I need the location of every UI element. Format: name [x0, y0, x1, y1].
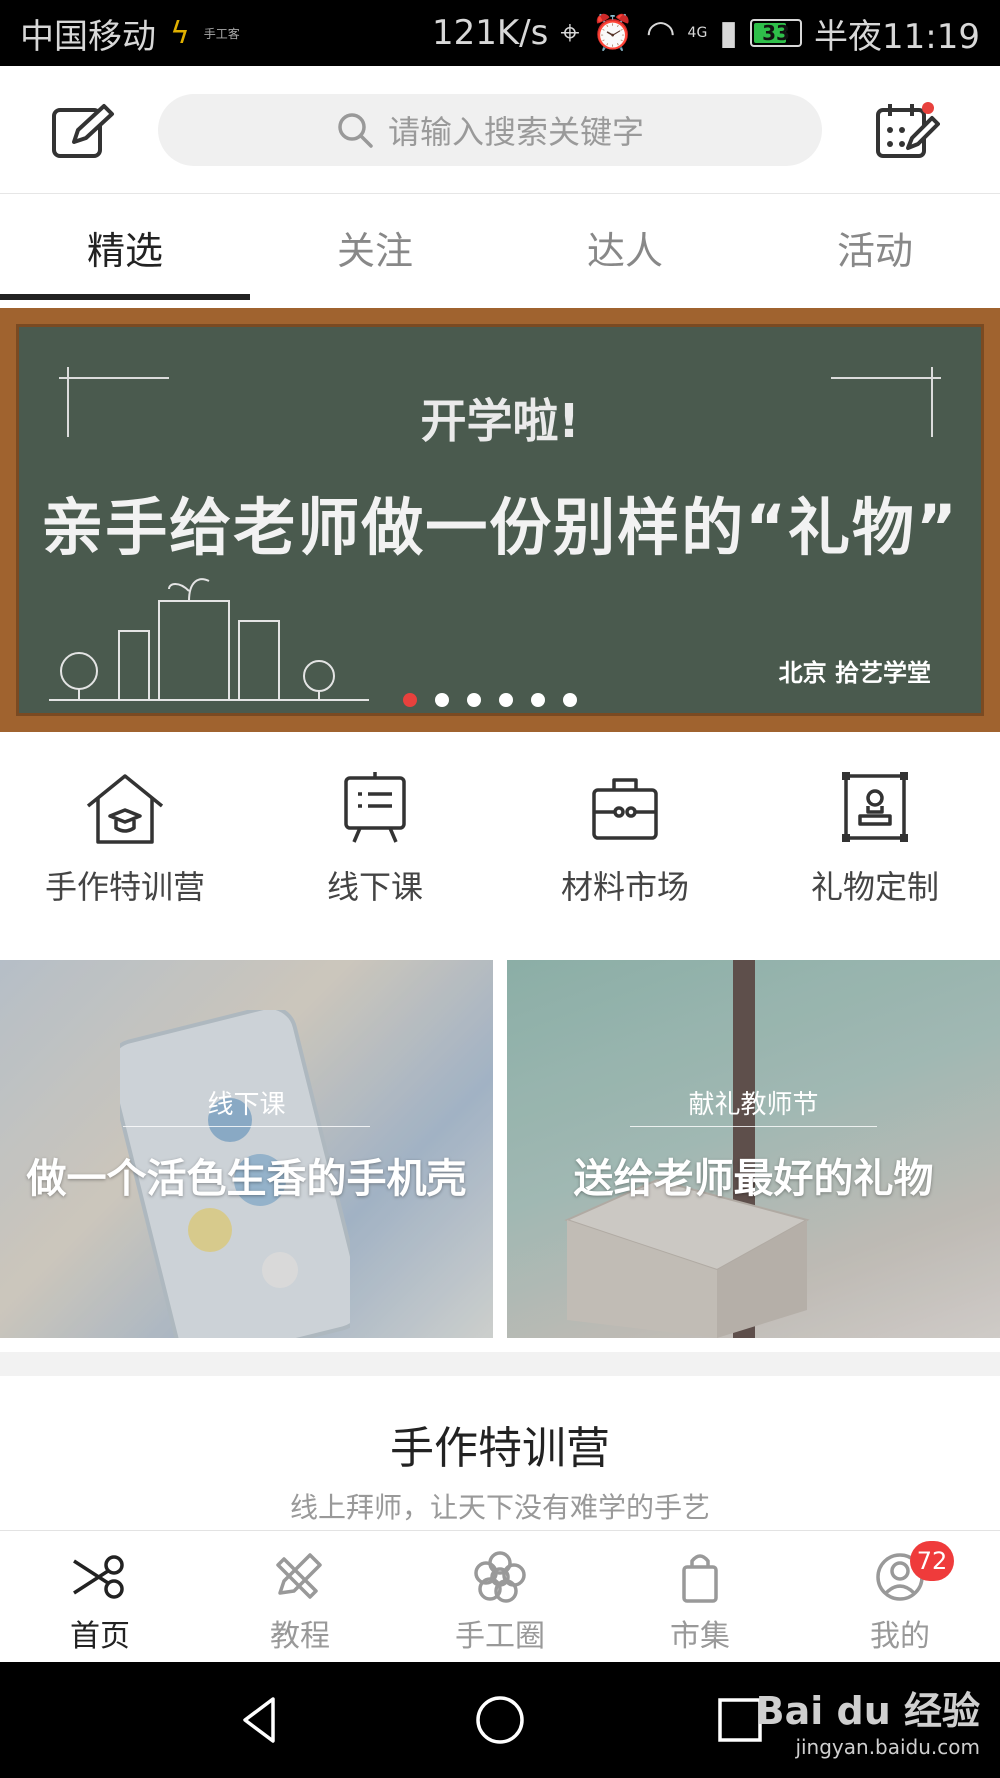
wifi-icon: ◠: [645, 13, 676, 53]
nav-label: 市集: [670, 1619, 730, 1654]
tab-featured[interactable]: 精选: [0, 194, 250, 300]
watermark: Bai du 经验 jingyan.baidu.com: [756, 1680, 980, 1759]
nav-community[interactable]: 手工圈: [400, 1531, 600, 1662]
watermark-brand: Bai du 经验: [755, 1689, 980, 1733]
carousel-dot[interactable]: [467, 693, 481, 707]
location-icon: ⌖: [560, 13, 580, 53]
category-offline-class[interactable]: 线下课: [250, 770, 500, 920]
banner-small-text: 开学啦!: [420, 394, 580, 448]
category-handcraft-camp[interactable]: 手作特训营: [0, 770, 250, 920]
carousel-dot[interactable]: [435, 693, 449, 707]
search-icon: [338, 113, 373, 148]
search-bar[interactable]: 请输入搜索关键字: [158, 94, 822, 166]
chalkboard-image: 开学啦! 亲手给老师做一份别样的“礼物” 北京 拾艺学堂: [16, 324, 984, 716]
notification-badge: 72: [910, 1541, 954, 1581]
category-label: 礼物定制: [810, 868, 939, 906]
section-divider: [0, 1352, 1000, 1376]
city-doodle-icon: [49, 578, 369, 701]
tab-following[interactable]: 关注: [250, 194, 500, 300]
time-label: 半夜11:19: [814, 16, 980, 57]
nav-tutorials[interactable]: 教程: [200, 1531, 400, 1662]
banner-sign: 北京 拾艺学堂: [778, 659, 931, 687]
flower-icon: [474, 1551, 526, 1603]
feature-card-teacher-gift[interactable]: 献礼教师节 送给老师最好的礼物: [507, 960, 1000, 1338]
bottom-nav: 首页 教程 手工圈 市集 72 我的: [0, 1530, 1000, 1662]
nav-profile[interactable]: 72 我的: [800, 1531, 1000, 1662]
home-circle-icon[interactable]: [473, 1693, 527, 1747]
battery-icon: 33: [750, 19, 803, 47]
card-title: 做一个活色生香的手机壳: [26, 1156, 467, 1202]
app-notification-label: 手工客: [203, 26, 240, 41]
carousel-dot[interactable]: [563, 693, 577, 707]
search-placeholder: 请输入搜索关键字: [387, 113, 644, 151]
back-icon[interactable]: [233, 1693, 287, 1747]
feature-cards: 线下课 做一个活色生香的手机壳 献礼教师节 送给老师最好的礼物: [0, 960, 1000, 1338]
tab-experts[interactable]: 达人: [500, 194, 750, 300]
alarm-icon: ⏰: [591, 13, 634, 53]
network-speed: 121K/s: [431, 13, 549, 53]
watermark-url: jingyan.baidu.com: [795, 1735, 980, 1759]
nav-home[interactable]: 首页: [0, 1531, 200, 1662]
feature-card-phone-case[interactable]: 线下课 做一个活色生香的手机壳: [0, 960, 493, 1338]
card-title: 送给老师最好的礼物: [573, 1156, 934, 1202]
tab-bar: 精选 关注 达人 活动: [0, 194, 1000, 300]
nav-label: 我的: [870, 1619, 930, 1654]
card-tag: 献礼教师节: [688, 1090, 819, 1120]
carrier-label: 中国移动: [20, 16, 156, 57]
top-header: 请输入搜索关键字: [0, 66, 1000, 194]
nav-label: 教程: [270, 1619, 330, 1654]
status-bar: 中国移动 ϟ 手工客 121K/s ⌖ ⏰ ◠ 4G ▮ 33 半夜11:19: [0, 0, 1000, 66]
toolbox-icon: [592, 778, 658, 840]
nav-market[interactable]: 市集: [600, 1531, 800, 1662]
category-label: 手作特训营: [44, 868, 205, 906]
scissors-icon: [73, 1555, 124, 1599]
shopping-bag-icon: [682, 1554, 718, 1603]
category-grid: 手作特训营 线下课 材料市场 礼物定制: [0, 770, 1000, 920]
house-cap-icon: [86, 774, 164, 844]
nav-label: 首页: [70, 1619, 130, 1654]
tab-events[interactable]: 活动: [750, 194, 1000, 300]
category-label: 线下课: [326, 868, 423, 906]
presentation-board-icon: [344, 772, 406, 843]
signal-icon: ▮: [719, 13, 739, 53]
category-gift-custom[interactable]: 礼物定制: [750, 770, 1000, 920]
network-type: 4G: [687, 25, 708, 41]
section-title: 手作特训营: [390, 1423, 610, 1474]
stamp-frame-icon: [842, 772, 908, 842]
pencil-ruler-icon: [276, 1553, 322, 1599]
calendar-edit-icon[interactable]: [874, 102, 940, 162]
banner-title: 亲手给老师做一份别样的“礼物”: [41, 491, 959, 564]
carousel-indicator: [19, 693, 981, 707]
nav-label: 手工圈: [455, 1619, 545, 1654]
edit-icon[interactable]: [50, 102, 116, 162]
charging-icon: ϟ: [170, 15, 190, 51]
promo-banner[interactable]: 开学啦! 亲手给老师做一份别样的“礼物” 北京 拾艺学堂: [0, 308, 1000, 732]
section-subtitle: 线上拜师，让天下没有难学的手艺: [289, 1491, 710, 1524]
carousel-dot[interactable]: [499, 693, 513, 707]
card-tag: 线下课: [207, 1090, 286, 1120]
category-label: 材料市场: [560, 868, 689, 906]
category-material-market[interactable]: 材料市场: [500, 770, 750, 920]
carousel-dot[interactable]: [531, 693, 545, 707]
carousel-dot[interactable]: [403, 693, 417, 707]
